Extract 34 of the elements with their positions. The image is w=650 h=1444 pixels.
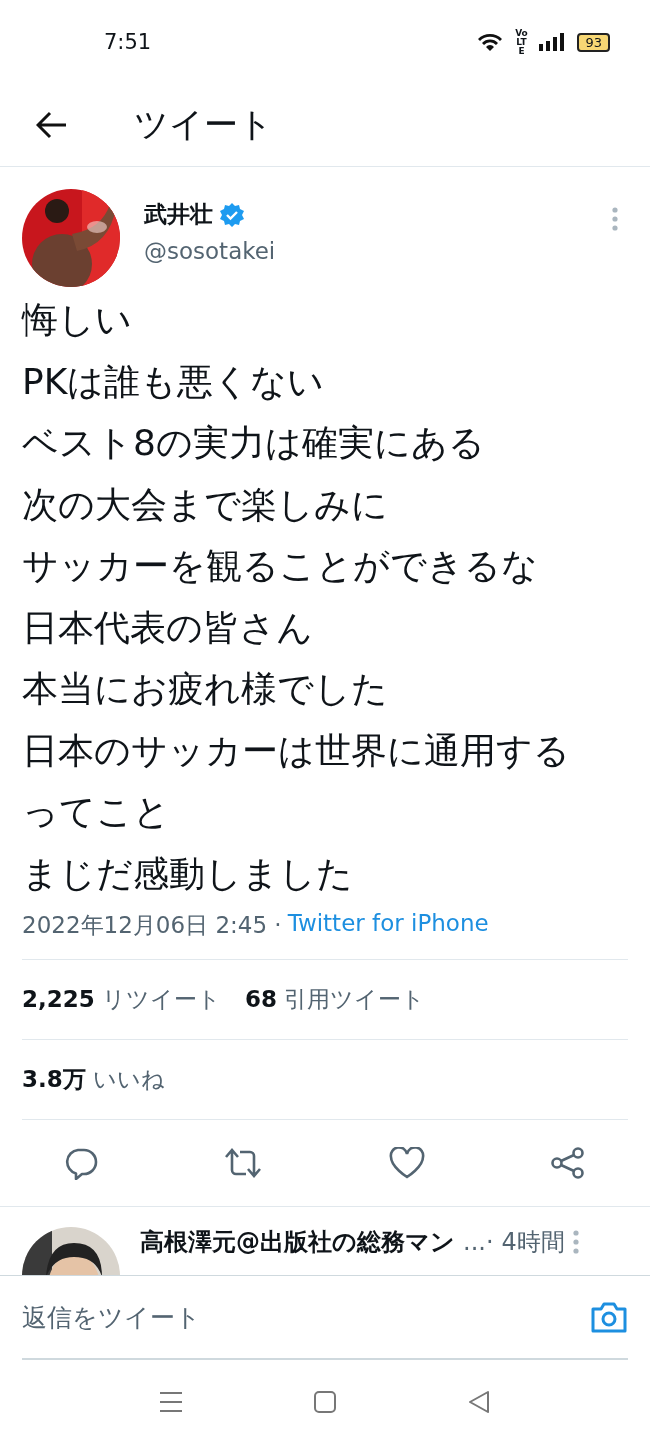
home-square-icon[interactable]	[313, 1390, 337, 1414]
camera-icon[interactable]	[590, 1300, 628, 1334]
reply-author-name[interactable]: 高根澤元@出版社の総務マン	[140, 1226, 455, 1258]
reply-icon[interactable]	[64, 1146, 98, 1180]
author-name[interactable]: 武井壮	[144, 199, 213, 230]
menu-icon[interactable]	[159, 1391, 183, 1413]
back-triangle-icon[interactable]	[467, 1390, 491, 1414]
tweet-text-line: サッカーを観ることができるな	[22, 544, 539, 588]
tweet-text-line: 日本代表の皆さん	[22, 605, 314, 650]
tweet-text-line: 日本のサッカーは世界に通用する	[22, 728, 571, 773]
tweet-text-line: ってこと	[22, 790, 171, 834]
tweet-text-line: ベスト8の実力は確実にある	[22, 421, 486, 465]
tweet-text-line: 次の大会まで楽しみに	[22, 482, 389, 527]
reply-ellipsis: ...·	[463, 1228, 494, 1256]
network-label: Vo LTE	[514, 28, 529, 56]
reply-input-field[interactable]: 返信をツイート	[22, 1302, 590, 1332]
tweet-timestamp: 2022年12月06日 2:45 ·	[22, 911, 282, 940]
tweet-text-line: まじだ感動しました	[22, 851, 354, 896]
status-time: 7:51	[104, 30, 152, 54]
share-icon[interactable]	[550, 1146, 586, 1180]
wifi-icon	[477, 32, 504, 52]
stat-count[interactable]: 68 引用ツイート	[245, 984, 426, 1015]
back-arrow-icon[interactable]	[36, 111, 68, 139]
tweet-text-line: 本当にお疲れ様でした	[22, 667, 389, 711]
like-count[interactable]: 3.8万 いいね	[22, 1064, 166, 1095]
reply-time: 4時間	[501, 1227, 565, 1258]
page-title: ツイート	[134, 103, 273, 146]
tweet-text-line: 悔しい	[22, 298, 133, 342]
battery-indicator: 93	[577, 32, 610, 52]
tweet-text-line: PKは誰も悪くない	[22, 359, 326, 404]
heart-icon[interactable]	[388, 1147, 425, 1179]
retweet-icon[interactable]	[223, 1146, 264, 1180]
stat-count[interactable]: 2,225 リツイート	[22, 984, 222, 1015]
author-handle[interactable]: @sosotakei	[144, 238, 588, 264]
